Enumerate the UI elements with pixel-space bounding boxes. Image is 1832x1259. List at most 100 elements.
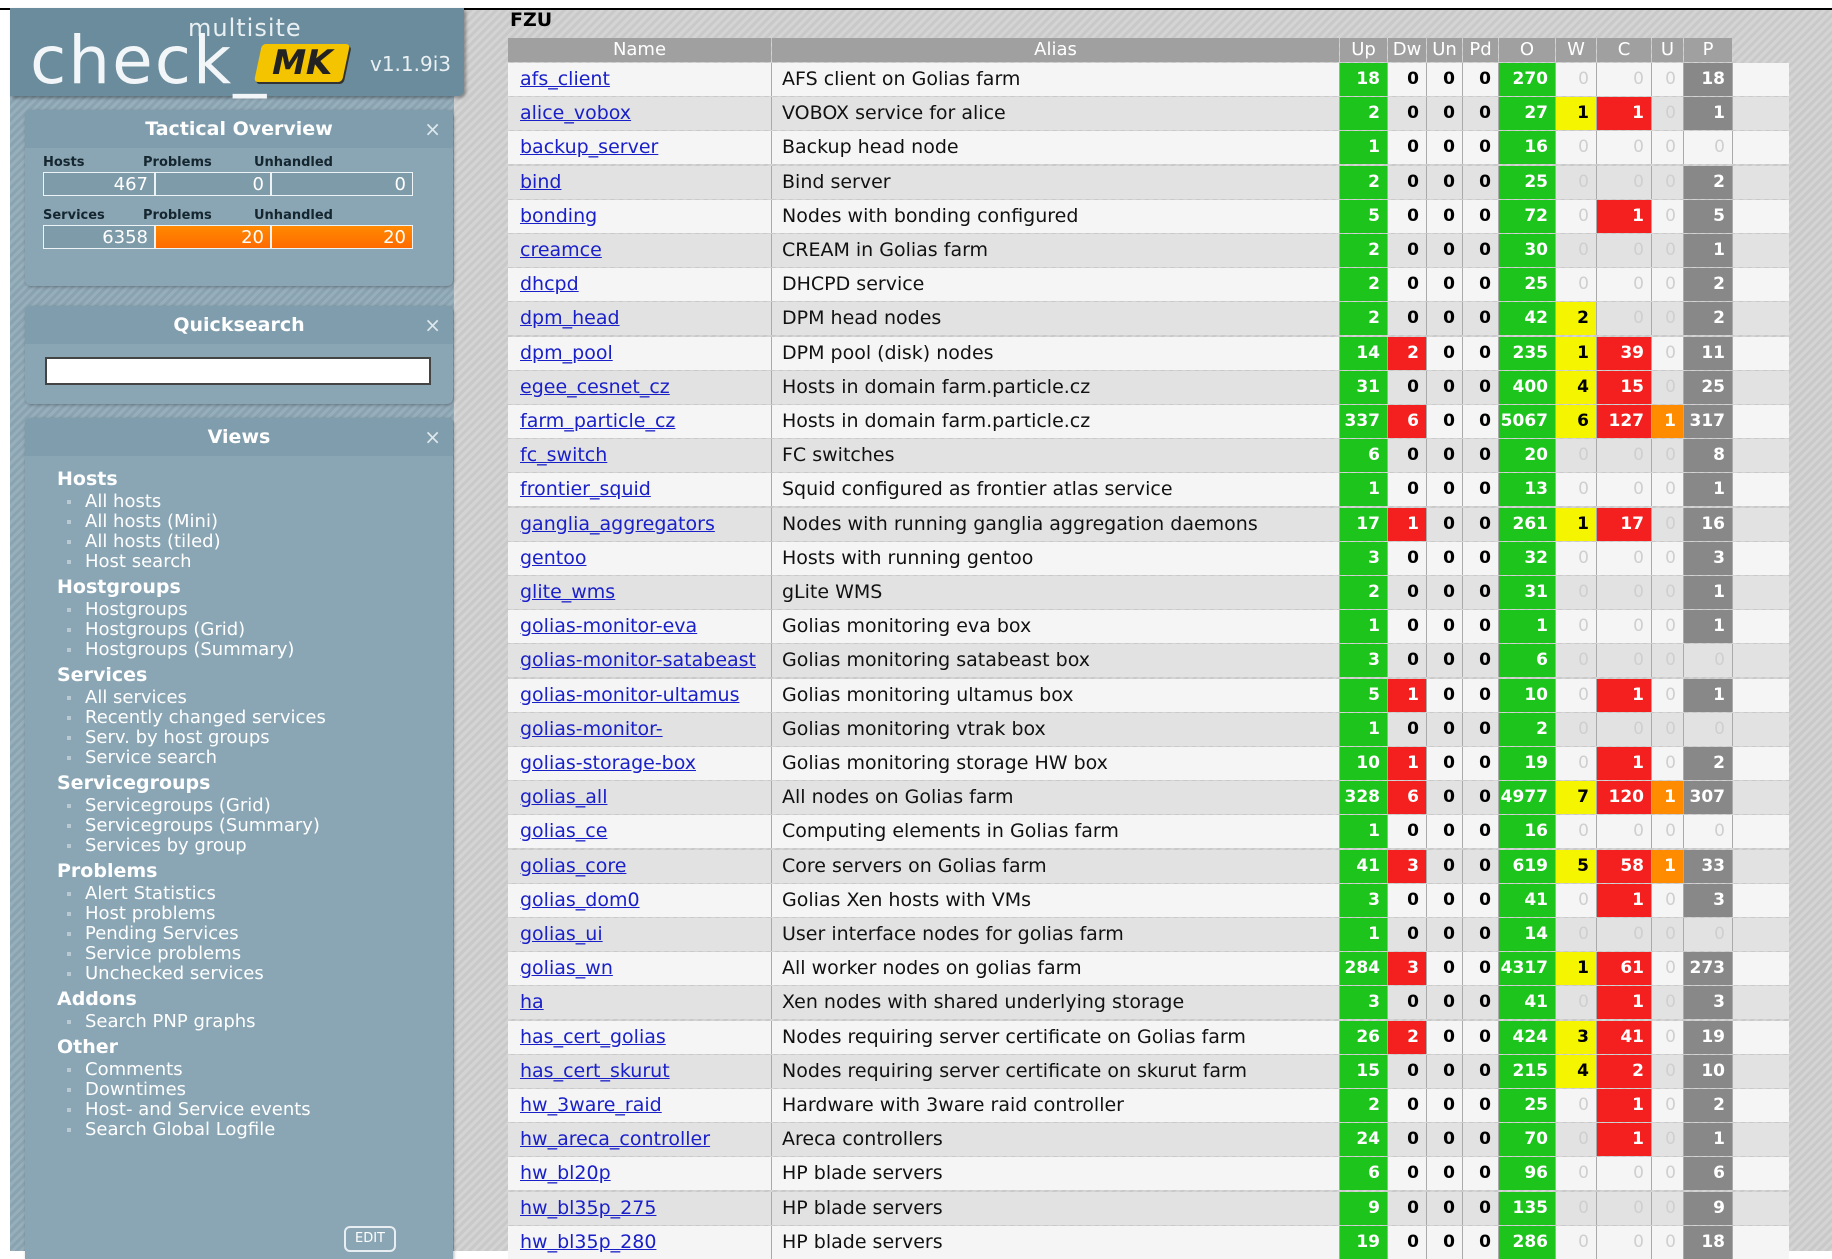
ok-count[interactable]: 261	[1499, 507, 1556, 541]
unknown-count[interactable]: 0	[1652, 678, 1684, 712]
svc-pending-count[interactable]: 16	[1684, 507, 1733, 541]
down-count[interactable]: 0	[1388, 610, 1427, 644]
ok-count[interactable]: 5067	[1499, 405, 1556, 438]
views-link-servicegroups-summary-[interactable]: Servicegroups (Summary)	[85, 815, 320, 836]
down-count[interactable]: 3	[1388, 952, 1427, 986]
up-count[interactable]: 6	[1340, 439, 1388, 473]
unknown-count[interactable]: 0	[1652, 1054, 1684, 1088]
down-count[interactable]: 0	[1388, 63, 1427, 96]
unknown-count[interactable]: 0	[1652, 1089, 1684, 1122]
warn-count[interactable]: 0	[1556, 268, 1597, 302]
column-header-dw[interactable]: Dw	[1388, 38, 1426, 62]
views-link-service-search[interactable]: Service search	[85, 747, 217, 768]
views-link-hostgroups[interactable]: Hostgroups	[85, 599, 188, 620]
unreach-count[interactable]: 0	[1427, 165, 1463, 199]
warn-count[interactable]: 1	[1556, 97, 1597, 131]
warn-count[interactable]: 1	[1556, 952, 1597, 986]
crit-count[interactable]: 58	[1597, 849, 1652, 883]
unknown-count[interactable]: 0	[1652, 234, 1684, 267]
down-count[interactable]: 0	[1388, 1089, 1427, 1122]
crit-count[interactable]: 39	[1597, 336, 1652, 370]
ok-count[interactable]: 16	[1499, 815, 1556, 849]
up-count[interactable]: 2	[1340, 97, 1388, 131]
crit-count[interactable]: 0	[1597, 302, 1652, 336]
views-link-hostgroups-grid-[interactable]: Hostgroups (Grid)	[85, 619, 245, 640]
warn-count[interactable]: 0	[1556, 1089, 1597, 1122]
services-count[interactable]: 6358	[43, 225, 155, 249]
svc-pending-count[interactable]: 1	[1684, 1123, 1733, 1157]
svc-pending-count[interactable]: 1	[1684, 473, 1733, 507]
pending-count[interactable]: 0	[1463, 1089, 1499, 1122]
down-count[interactable]: 2	[1388, 336, 1427, 370]
up-count[interactable]: 1	[1340, 473, 1388, 507]
crit-count[interactable]: 120	[1597, 781, 1652, 815]
crit-count[interactable]: 0	[1597, 473, 1652, 507]
down-count[interactable]: 0	[1388, 234, 1427, 267]
down-count[interactable]: 0	[1388, 1191, 1427, 1225]
unreach-count[interactable]: 0	[1427, 610, 1463, 644]
crit-count[interactable]: 0	[1597, 165, 1652, 199]
warn-count[interactable]: 0	[1556, 63, 1597, 96]
quicksearch-header[interactable]: Quicksearch ×	[25, 306, 453, 344]
pending-count[interactable]: 0	[1463, 199, 1499, 233]
column-header-c[interactable]: C	[1597, 38, 1651, 62]
crit-count[interactable]: 2	[1597, 1054, 1652, 1088]
hostgroup-link[interactable]: golias_wn	[520, 957, 613, 979]
svc-pending-count[interactable]: 3	[1684, 986, 1733, 1020]
warn-count[interactable]: 0	[1556, 165, 1597, 199]
pending-count[interactable]: 0	[1463, 507, 1499, 541]
service-unhandled-count[interactable]: 20	[271, 225, 413, 249]
hostgroup-link[interactable]: hw_3ware_raid	[520, 1094, 662, 1116]
unreach-count[interactable]: 0	[1427, 1020, 1463, 1054]
hostgroup-link[interactable]: glite_wms	[520, 581, 615, 603]
unreach-count[interactable]: 0	[1427, 199, 1463, 233]
down-count[interactable]: 0	[1388, 131, 1427, 165]
edit-button[interactable]: EDIT	[344, 1226, 396, 1252]
unreach-count[interactable]: 0	[1427, 1191, 1463, 1225]
crit-count[interactable]: 1	[1597, 883, 1652, 917]
column-header-alias[interactable]: Alias	[772, 38, 1339, 62]
hostgroup-link[interactable]: backup_server	[520, 136, 658, 158]
pending-count[interactable]: 0	[1463, 712, 1499, 746]
warn-count[interactable]: 0	[1556, 1123, 1597, 1157]
unknown-count[interactable]: 0	[1652, 1191, 1684, 1225]
views-link-search-pnp-graphs[interactable]: Search PNP graphs	[85, 1011, 256, 1032]
views-link-servicegroups-grid-[interactable]: Servicegroups (Grid)	[85, 795, 271, 816]
views-link-host-search[interactable]: Host search	[85, 551, 192, 572]
unknown-count[interactable]: 0	[1652, 199, 1684, 233]
ok-count[interactable]: 32	[1499, 541, 1556, 575]
crit-count[interactable]: 0	[1597, 131, 1652, 165]
hostgroup-link[interactable]: golias_ce	[520, 820, 607, 842]
ok-count[interactable]: 135	[1499, 1191, 1556, 1225]
crit-count[interactable]: 0	[1597, 234, 1652, 267]
unreach-count[interactable]: 0	[1427, 1054, 1463, 1088]
pending-count[interactable]: 0	[1463, 952, 1499, 986]
unreach-count[interactable]: 0	[1427, 849, 1463, 883]
crit-count[interactable]: 1	[1597, 97, 1652, 131]
pending-count[interactable]: 0	[1463, 1191, 1499, 1225]
pending-count[interactable]: 0	[1463, 97, 1499, 131]
unreach-count[interactable]: 0	[1427, 781, 1463, 815]
unknown-count[interactable]: 0	[1652, 610, 1684, 644]
ok-count[interactable]: 4317	[1499, 952, 1556, 986]
ok-count[interactable]: 2	[1499, 712, 1556, 746]
unreach-count[interactable]: 0	[1427, 918, 1463, 951]
close-icon[interactable]: ×	[424, 110, 441, 148]
hostgroup-link[interactable]: bonding	[520, 205, 597, 227]
warn-count[interactable]: 0	[1556, 199, 1597, 233]
warn-count[interactable]: 0	[1556, 678, 1597, 712]
up-count[interactable]: 15	[1340, 1054, 1388, 1088]
crit-count[interactable]: 41	[1597, 1020, 1652, 1054]
warn-count[interactable]: 0	[1556, 541, 1597, 575]
crit-count[interactable]: 0	[1597, 918, 1652, 951]
down-count[interactable]: 0	[1388, 1225, 1427, 1259]
svc-pending-count[interactable]: 2	[1684, 747, 1733, 780]
up-count[interactable]: 3	[1340, 541, 1388, 575]
unknown-count[interactable]: 0	[1652, 883, 1684, 917]
views-link-all-hosts-tiled-[interactable]: All hosts (tiled)	[85, 531, 221, 552]
svc-pending-count[interactable]: 8	[1684, 439, 1733, 473]
down-count[interactable]: 1	[1388, 507, 1427, 541]
ok-count[interactable]: 215	[1499, 1054, 1556, 1088]
down-count[interactable]: 0	[1388, 439, 1427, 473]
hostgroup-link[interactable]: has_cert_skurut	[520, 1060, 670, 1082]
